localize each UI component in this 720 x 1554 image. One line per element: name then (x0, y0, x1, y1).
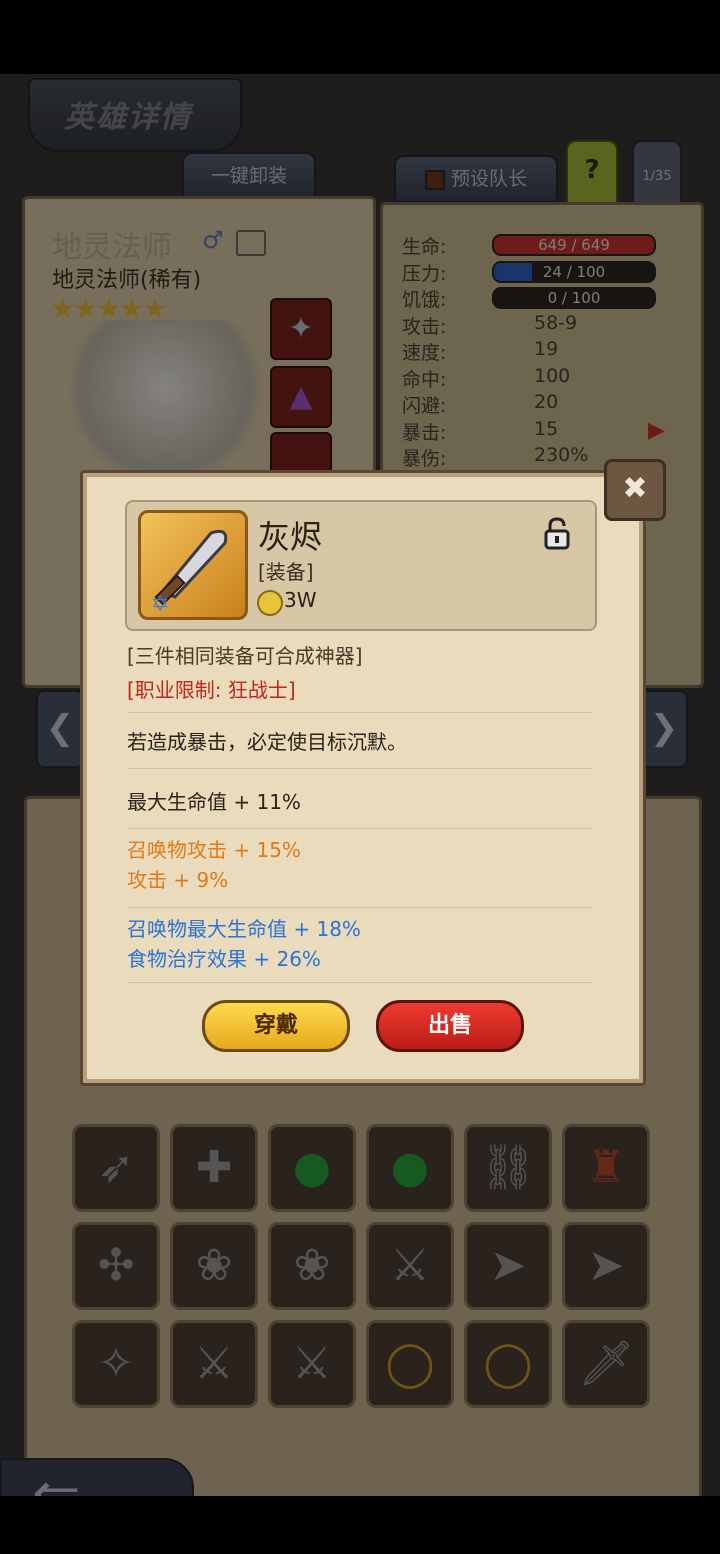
item-effect-line: 若造成暴击，必定使目标沉默。 (127, 730, 407, 754)
item-effect-line: 食物治疗效果 + 26% (127, 947, 321, 971)
divider (127, 907, 593, 908)
close-icon: ✖ (622, 471, 648, 506)
sell-button[interactable]: 出售 (376, 1000, 524, 1052)
item-effect-line: 召唤物攻击 + 15% (127, 838, 301, 862)
nav-bar-area (0, 1496, 720, 1554)
coin-icon (257, 590, 283, 616)
item-name: 灰烬 (258, 518, 323, 556)
item-icon: ✡ (138, 510, 248, 620)
item-effect-line: [三件相同装备可合成神器] (127, 644, 363, 668)
divider (127, 982, 593, 983)
svg-text:✡: ✡ (151, 592, 169, 617)
item-effect-line: 召唤物最大生命值 + 18% (127, 917, 361, 941)
game-scene: 英雄详情 一键卸装 预设队长 ? 1/35 地灵法师 ♂ 地灵法师(稀有) ★★… (0, 0, 720, 1554)
item-effect-line: 最大生命值 + 11% (127, 790, 301, 814)
divider (127, 768, 593, 769)
divider (127, 828, 593, 829)
item-effect-line: [职业限制: 狂战士] (127, 678, 296, 702)
equip-button[interactable]: 穿戴 (202, 1000, 350, 1052)
item-price: 3W (284, 588, 317, 612)
close-button[interactable]: ✖ (604, 459, 666, 521)
status-bar-area (0, 0, 720, 74)
lock-icon[interactable] (542, 516, 572, 550)
divider (127, 712, 593, 713)
blade-icon: ✡ (151, 529, 228, 617)
item-type: [装备] (258, 560, 314, 584)
item-effect-line: 攻击 + 9% (127, 868, 229, 892)
